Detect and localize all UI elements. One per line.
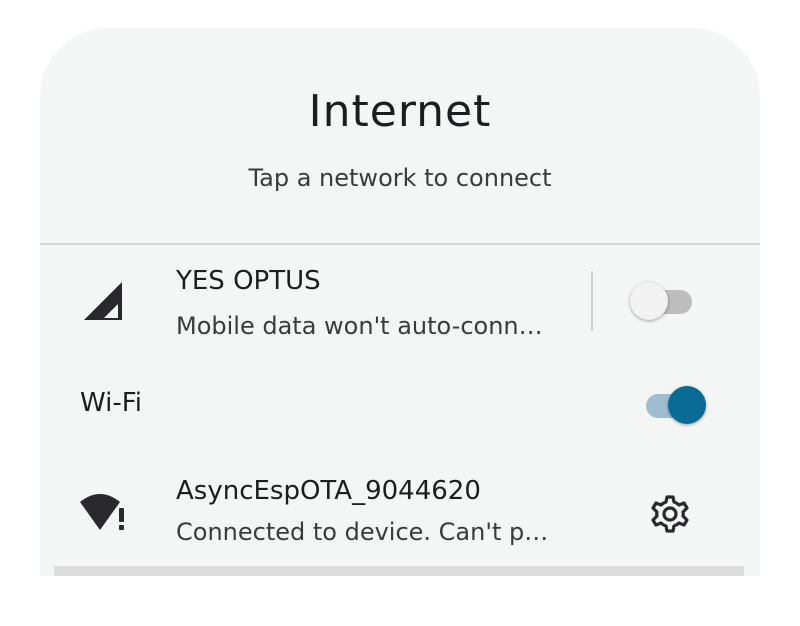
wifi-warning-icon (78, 490, 130, 538)
dialog-title: Internet (308, 86, 492, 137)
dialog-subtitle: Tap a network to connect (248, 164, 552, 192)
mobile-data-status: Mobile data won't auto-conn… (176, 312, 543, 340)
row-separator (591, 271, 593, 331)
wifi-toggle[interactable] (640, 384, 708, 428)
mobile-network-name: YES OPTUS (176, 266, 321, 296)
divider (40, 243, 760, 245)
network-settings-button[interactable] (638, 484, 702, 548)
signal-icon (84, 282, 124, 326)
network-status: Connected to device. Can't p… (176, 518, 549, 546)
mobile-data-toggle-thumb (630, 282, 668, 320)
wifi-toggle-thumb (668, 386, 706, 424)
internet-panel: Internet Tap a network to connect YES OP… (40, 28, 760, 576)
scroll-edge (54, 566, 744, 576)
gear-icon (650, 494, 690, 538)
network-name: AsyncEspOTA_9044620 (176, 476, 481, 506)
mobile-data-toggle[interactable] (630, 280, 698, 324)
wifi-label: Wi-Fi (80, 388, 143, 418)
